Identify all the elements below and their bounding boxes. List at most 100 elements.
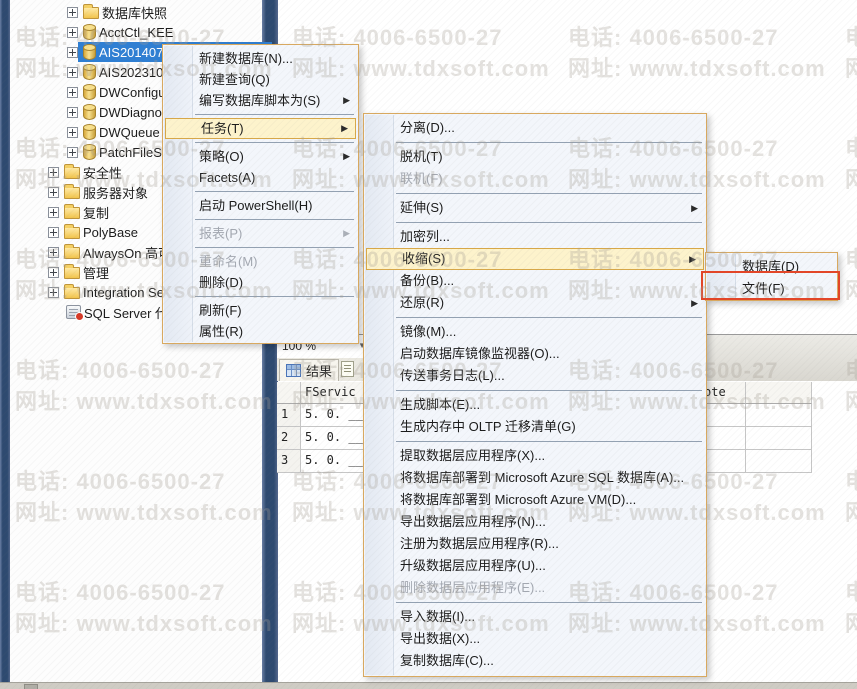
menu-item-launch-mirroring-monitor[interactable]: 启动数据库镜像监视器(O)... [365, 343, 705, 365]
tree-item-integration-services[interactable]: Integration Ser [48, 282, 171, 302]
menu-item-properties[interactable]: 属性(R) [164, 321, 357, 342]
menu-item-register-dac[interactable]: 注册为数据层应用程序(R)... [365, 533, 705, 555]
watermark-phone: 电话: 4006-6500-27 [845, 22, 857, 53]
menu-separator [396, 222, 702, 223]
grid-cell[interactable] [746, 404, 812, 427]
grid-column-header[interactable] [746, 382, 812, 404]
grid-cell[interactable] [746, 450, 812, 473]
grid-column-header[interactable]: FServic [301, 382, 371, 404]
menu-separator [195, 219, 354, 220]
grid-cell[interactable]: 5. 0. __. [301, 427, 371, 450]
expand-icon[interactable] [67, 67, 78, 78]
expand-icon[interactable] [48, 227, 59, 238]
tree-item-db-snapshots[interactable]: 数据库快照 [67, 2, 170, 22]
menu-item-import-data[interactable]: 导入数据(I)... [365, 606, 705, 628]
expand-icon[interactable] [67, 127, 78, 138]
menu-item-script-database-as[interactable]: 编写数据库脚本为(S)▶ [164, 90, 357, 111]
menu-item-copy-database[interactable]: 复制数据库(C)... [365, 650, 705, 672]
menu-separator [396, 193, 702, 194]
expand-icon[interactable] [48, 187, 59, 198]
tree-item-database-selected[interactable]: AIS2014072 [67, 42, 174, 62]
tree-item-management[interactable]: 管理 [48, 262, 112, 282]
grid-corner-cell[interactable] [277, 382, 301, 404]
grid-cell[interactable]: 5. 0. __. [301, 404, 371, 427]
menu-item-start-powershell[interactable]: 启动 PowerShell(H) [164, 195, 357, 216]
tree-item-database[interactable]: AcctCtl_KEE [67, 22, 176, 42]
expand-icon[interactable] [48, 267, 59, 278]
left-panel-edge [0, 0, 10, 682]
menu-item-shrink[interactable]: 收缩(S)▶ [366, 248, 704, 270]
menu-item-generate-oltp-checklist[interactable]: 生成内存中 OLTP 迁移清单(G) [365, 416, 705, 438]
menu-item-extract-dac[interactable]: 提取数据层应用程序(X)... [365, 445, 705, 467]
menu-item-export-data[interactable]: 导出数据(X)... [365, 628, 705, 650]
submenu-arrow-icon: ▶ [341, 119, 348, 138]
results-tabstrip: 结果 [277, 358, 365, 381]
menu-item-export-dac[interactable]: 导出数据层应用程序(N)... [365, 511, 705, 533]
menu-item-restore[interactable]: 还原(R)▶ [365, 292, 705, 314]
menu-item-take-offline[interactable]: 脱机(T) [365, 146, 705, 168]
expand-icon[interactable] [48, 287, 59, 298]
expand-icon[interactable] [48, 167, 59, 178]
menu-item-mirror[interactable]: 镜像(M)... [365, 321, 705, 343]
expand-icon[interactable] [67, 27, 78, 38]
expand-icon[interactable] [48, 247, 59, 258]
annotation-highlight-box [701, 271, 840, 300]
menu-item-ship-transaction-logs[interactable]: 传送事务日志(L)... [365, 365, 705, 387]
menu-item-new-database[interactable]: 新建数据库(N)... [164, 48, 357, 69]
menu-item-refresh[interactable]: 刷新(F) [164, 300, 357, 321]
tree-item-database[interactable]: DWQueue [67, 122, 163, 142]
expand-icon[interactable] [67, 47, 78, 58]
folder-icon [64, 167, 80, 179]
tree-item-server-objects[interactable]: 服务器对象 [48, 182, 151, 202]
tree-item-database[interactable]: AIS2023102 [67, 62, 174, 82]
expand-icon[interactable] [48, 207, 59, 218]
menu-separator [396, 390, 702, 391]
scroll-left-icon[interactable] [24, 684, 38, 689]
menu-item-detach[interactable]: 分离(D)... [365, 117, 705, 139]
menu-item-bring-online[interactable]: 联机(F) [365, 168, 705, 190]
tree-item-database[interactable]: PatchFileSer [67, 142, 176, 162]
expand-icon[interactable] [67, 7, 78, 18]
grid-cell[interactable]: 5. 0. __. [301, 450, 371, 473]
menu-item-facets[interactable]: Facets(A) [164, 167, 357, 188]
menu-item-deploy-to-azure-vm[interactable]: 将数据库部署到 Microsoft Azure VM(D)... [365, 489, 705, 511]
menu-item-delete[interactable]: 删除(D) [164, 272, 357, 293]
menu-separator [396, 602, 702, 603]
grid-row-number[interactable]: 3 [277, 450, 301, 473]
menu-item-rename[interactable]: 重命名(M) [164, 251, 357, 272]
tree-item-polybase[interactable]: PolyBase [48, 222, 141, 242]
database-icon [83, 124, 96, 140]
tree-item-replication[interactable]: 复制 [48, 202, 112, 222]
watermark-phone: 电话: 4006-6500-27 [845, 577, 857, 608]
menu-item-stretch[interactable]: 延伸(S)▶ [365, 197, 705, 219]
menu-item-tasks[interactable]: 任务(T)▶ [165, 118, 356, 139]
expand-icon[interactable] [67, 147, 78, 158]
menu-item-reports[interactable]: 报表(P)▶ [164, 223, 357, 244]
grid-row-number[interactable]: 1 [277, 404, 301, 427]
menu-item-delete-dac[interactable]: 删除数据层应用程序(E)... [365, 577, 705, 599]
menu-item-upgrade-dac[interactable]: 升级数据层应用程序(U)... [365, 555, 705, 577]
menu-item-generate-scripts[interactable]: 生成脚本(E)... [365, 394, 705, 416]
tab-results[interactable]: 结果 [279, 359, 339, 381]
menu-item-new-query[interactable]: 新建查询(Q) [164, 69, 357, 90]
menu-item-policies[interactable]: 策略(O)▶ [164, 146, 357, 167]
status-bar [0, 682, 857, 689]
tree-item-security[interactable]: 安全性 [48, 162, 125, 182]
ssms-window: 数据库快照 AcctCtl_KEE AIS2014072 AIS2023102 … [0, 0, 857, 689]
grid-cell[interactable] [746, 427, 812, 450]
menu-separator [396, 317, 702, 318]
expand-icon[interactable] [67, 87, 78, 98]
database-icon [83, 24, 96, 40]
folder-icon [64, 227, 80, 239]
grid-row-number[interactable]: 2 [277, 427, 301, 450]
database-icon [83, 44, 96, 60]
menu-item-encrypt-columns[interactable]: 加密列... [365, 226, 705, 248]
watermark-url: 网址: www.tdxsoft.com [845, 53, 857, 84]
menu-item-backup[interactable]: 备份(B)... [365, 270, 705, 292]
tree-item-alwayson[interactable]: AlwaysOn 高可 [48, 242, 174, 262]
expand-icon[interactable] [67, 107, 78, 118]
tree-item-database[interactable]: DWConfigu [67, 82, 168, 102]
menu-item-deploy-to-azure-sql[interactable]: 将数据库部署到 Microsoft Azure SQL 数据库(A)... [365, 467, 705, 489]
watermark-url: 网址: www.tdxsoft.com [845, 386, 857, 417]
tree-item-database[interactable]: DWDiagnos [67, 102, 171, 122]
